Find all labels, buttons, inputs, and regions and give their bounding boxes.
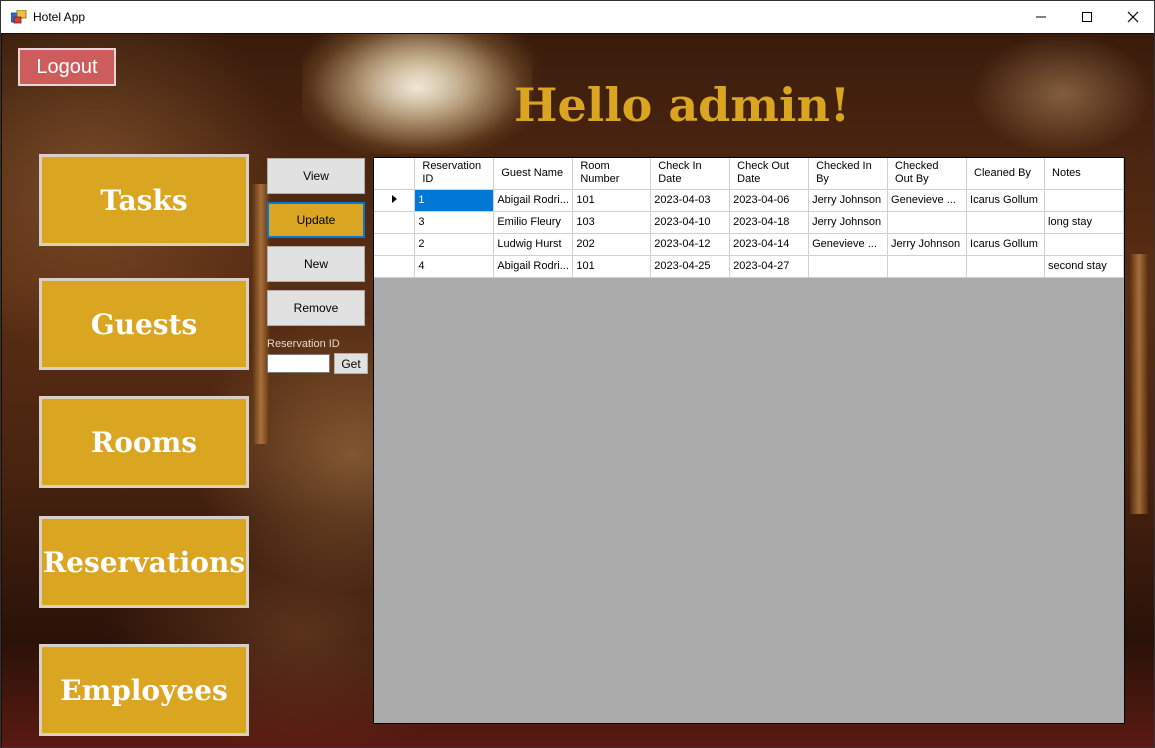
table-cell[interactable]: Genevieve ... (808, 233, 889, 256)
table-cell[interactable]: 103 (572, 211, 652, 234)
column-header[interactable]: Notes (1044, 158, 1124, 190)
row-header[interactable] (374, 211, 416, 234)
column-header[interactable]: Room Number (572, 158, 652, 190)
column-header[interactable]: Cleaned By (966, 158, 1046, 190)
close-button[interactable] (1110, 1, 1155, 33)
current-row-arrow-icon (391, 195, 397, 203)
view-button[interactable]: View (267, 158, 365, 194)
table-cell[interactable]: Jerry Johnson (808, 189, 889, 212)
table-cell[interactable]: Ludwig Hurst (493, 233, 574, 256)
logout-button[interactable]: Logout (18, 48, 116, 86)
row-header[interactable] (374, 189, 416, 212)
row-header[interactable] (374, 233, 416, 256)
row-header[interactable] (374, 255, 416, 278)
app-icon (11, 10, 27, 24)
table-cell[interactable]: 101 (572, 189, 652, 212)
table-cell[interactable]: Abigail Rodri... (493, 255, 574, 278)
table-cell[interactable]: 4 (414, 255, 495, 278)
table-cell[interactable] (808, 255, 889, 278)
table-cell[interactable] (887, 211, 968, 234)
table-cell[interactable]: Genevieve ... (887, 189, 968, 212)
window-title: Hotel App (33, 10, 86, 24)
update-button[interactable]: Update (267, 202, 365, 238)
chandelier-background (302, 34, 532, 154)
column-header[interactable]: Reservation ID (414, 158, 495, 190)
title-bar[interactable]: Hotel App (1, 1, 1154, 33)
table-cell[interactable]: 3 (414, 211, 495, 234)
minimize-icon (1036, 16, 1046, 18)
table-cell[interactable]: 2023-04-06 (729, 189, 810, 212)
table-cell[interactable]: 2023-04-10 (650, 211, 731, 234)
table-row[interactable]: 1 Abigail Rodri... 101 2023-04-03 2023-0… (374, 189, 1124, 212)
main-area: Logout Hello admin! Tasks Guests Rooms R… (2, 34, 1154, 747)
table-row[interactable]: 2 Ludwig Hurst 202 2023-04-12 2023-04-14… (374, 233, 1124, 256)
grid-header-row: Reservation ID Guest Name Room Number Ch… (374, 158, 1124, 190)
table-row[interactable]: 3 Emilio Fleury 103 2023-04-10 2023-04-1… (374, 211, 1124, 234)
table-cell[interactable]: Jerry Johnson (808, 211, 889, 234)
table-cell[interactable]: second stay (1044, 255, 1124, 278)
table-cell[interactable]: Icarus Gollum (966, 189, 1046, 212)
table-cell[interactable] (887, 255, 968, 278)
table-cell[interactable]: 2 (414, 233, 495, 256)
table-cell[interactable]: 2023-04-18 (729, 211, 810, 234)
table-cell[interactable]: 101 (572, 255, 652, 278)
nav-employees-button[interactable]: Employees (39, 644, 249, 736)
table-cell[interactable] (1044, 189, 1124, 212)
table-row[interactable]: 4 Abigail Rodri... 101 2023-04-25 2023-0… (374, 255, 1124, 278)
nav-reservations-button[interactable]: Reservations (39, 516, 249, 608)
table-cell[interactable] (966, 211, 1046, 234)
table-cell[interactable] (1044, 233, 1124, 256)
row-header-corner[interactable] (374, 158, 416, 190)
table-cell[interactable] (966, 255, 1046, 278)
greeting-heading: Hello admin! (514, 78, 851, 132)
table-cell[interactable]: 2023-04-25 (650, 255, 731, 278)
table-cell[interactable]: 2023-04-14 (729, 233, 810, 256)
get-button[interactable]: Get (334, 353, 368, 374)
column-header[interactable]: Guest Name (493, 158, 574, 190)
table-cell[interactable]: Abigail Rodri... (493, 189, 574, 212)
table-cell[interactable]: 2023-04-03 (650, 189, 731, 212)
table-cell[interactable]: long stay (1044, 211, 1124, 234)
reservations-grid[interactable]: Reservation ID Guest Name Room Number Ch… (373, 157, 1125, 724)
table-cell[interactable]: Jerry Johnson (887, 233, 968, 256)
app-window: Hotel App Logout Hello admin! Tasks Gues… (0, 0, 1155, 748)
nav-rooms-button[interactable]: Rooms (39, 396, 249, 488)
table-cell[interactable]: 202 (572, 233, 652, 256)
nav-guests-button[interactable]: Guests (39, 278, 249, 370)
table-cell[interactable]: 1 (414, 189, 495, 212)
maximize-icon (1082, 12, 1092, 22)
column-header[interactable]: Check In Date (650, 158, 731, 190)
column-header[interactable]: Check Out Date (729, 158, 810, 190)
column-header[interactable]: Checked Out By (887, 158, 968, 190)
table-cell[interactable]: 2023-04-27 (729, 255, 810, 278)
column-header[interactable]: Checked In By (808, 158, 889, 190)
reservation-id-label: Reservation ID (267, 338, 340, 350)
table-cell[interactable]: Icarus Gollum (966, 233, 1046, 256)
table-cell[interactable]: 2023-04-12 (650, 233, 731, 256)
remove-button[interactable]: Remove (267, 290, 365, 326)
maximize-button[interactable] (1064, 1, 1110, 33)
minimize-button[interactable] (1018, 1, 1064, 33)
background-pillar (1130, 254, 1148, 514)
reservations-table: Reservation ID Guest Name Room Number Ch… (374, 158, 1124, 278)
new-button[interactable]: New (267, 246, 365, 282)
nav-tasks-button[interactable]: Tasks (39, 154, 249, 246)
reservation-id-input[interactable] (267, 354, 330, 373)
table-cell[interactable]: Emilio Fleury (493, 211, 574, 234)
close-icon (1127, 11, 1139, 23)
